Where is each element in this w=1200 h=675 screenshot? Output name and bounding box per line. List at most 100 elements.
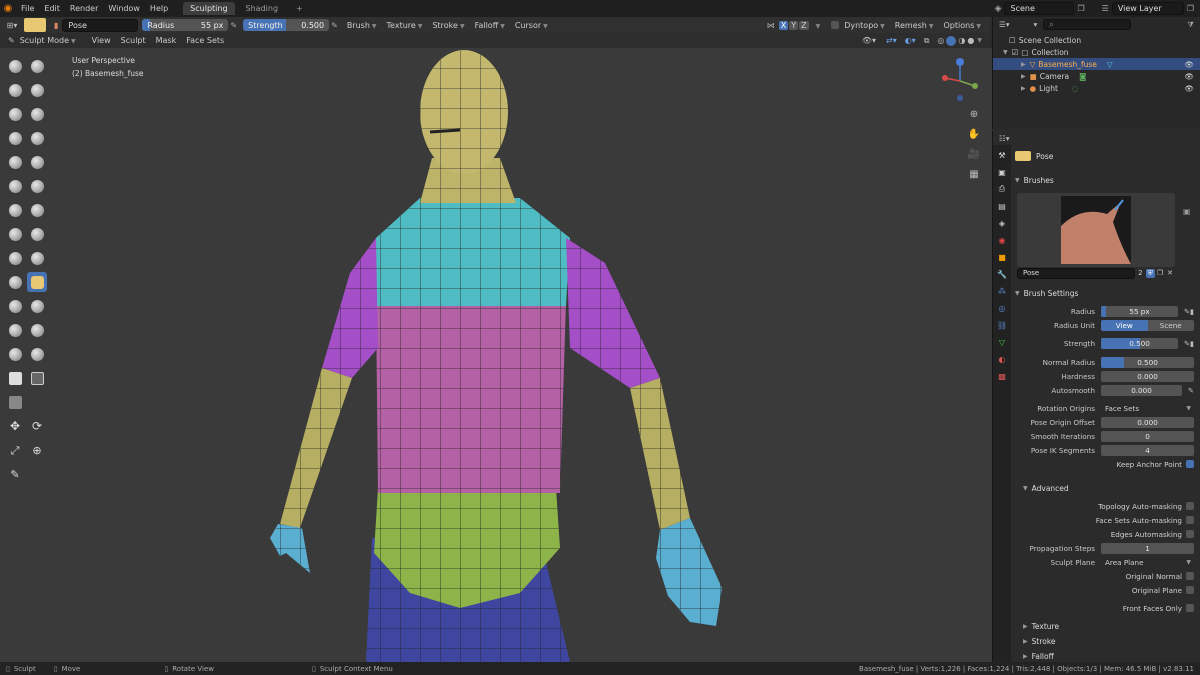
scene-field[interactable]: Scene <box>1004 2 1075 15</box>
brush-menu[interactable]: Brush ▼ <box>342 21 382 30</box>
texture-tab-icon[interactable]: ▩ <box>995 369 1009 383</box>
camera-view-icon[interactable]: 🎥 <box>966 146 982 162</box>
brush-browse-icon[interactable]: ▮ <box>54 21 58 30</box>
edges-automasking-checkbox[interactable] <box>1186 530 1194 538</box>
blender-logo-icon[interactable]: ◉ <box>0 3 16 14</box>
tool-pinch[interactable] <box>5 224 25 244</box>
tool-fill[interactable] <box>27 176 47 196</box>
radius-pressure-toggle-icon[interactable]: ✎▮ <box>1184 307 1194 316</box>
particles-tab-icon[interactable]: ⁂ <box>995 284 1009 298</box>
radius-unit-scene-button[interactable]: Scene <box>1147 319 1194 331</box>
tool-snake-hook[interactable] <box>27 248 47 268</box>
propagation-steps-field[interactable]: 1 <box>1101 542 1194 554</box>
properties-editor-icon[interactable]: ☷▾ <box>999 134 1010 143</box>
sculpt-plane-dropdown[interactable]: Area Plane ▼ <box>1101 556 1194 568</box>
topology-automasking-checkbox[interactable] <box>1186 502 1194 510</box>
strength-slider[interactable]: Strength 0.500 <box>243 19 330 31</box>
ortho-toggle-icon[interactable]: ▦ <box>966 166 982 182</box>
radius-slider[interactable]: Radius 55 px <box>142 19 229 31</box>
falloff-panel-header[interactable]: ▶ Falloff <box>1023 649 1200 663</box>
cursor-menu[interactable]: Cursor ▼ <box>510 21 553 30</box>
autosmooth-field[interactable]: 0.000 <box>1101 384 1182 396</box>
strength-pressure-icon[interactable]: ✎ <box>331 21 338 30</box>
tool-box-mask[interactable] <box>27 368 47 388</box>
front-faces-only-checkbox[interactable] <box>1186 604 1194 612</box>
axis-options-menu[interactable]: ▼ <box>809 21 826 30</box>
brushes-panel-header[interactable]: ▼ Brushes <box>1015 173 1200 187</box>
tool-draw-face-sets[interactable] <box>5 392 25 412</box>
collection-row[interactable]: ▼ ☑ ▢ Collection <box>993 46 1200 58</box>
editor-type-icon[interactable]: ⊞▾ <box>0 21 24 30</box>
3d-viewport[interactable]: ✥ ⟳ ⤢ ⊕ ✎ User Perspective (2) Basemesh_fu… <box>0 48 992 662</box>
tool-scale[interactable]: ⤢ <box>5 441 25 461</box>
falloff-menu[interactable]: Falloff ▼ <box>470 21 510 30</box>
tool-draw[interactable] <box>5 56 25 76</box>
view-layer-icon[interactable]: ☰ <box>1102 4 1109 13</box>
visibility-eye-icon[interactable]: 👁 <box>1184 60 1194 69</box>
tool-thumb[interactable] <box>5 272 25 292</box>
shading-options-icon[interactable]: ▼ <box>977 37 982 44</box>
scene-collection-row[interactable]: ☐ Scene Collection <box>993 34 1200 46</box>
tool-clay-strips[interactable] <box>27 80 47 100</box>
tool-grab[interactable] <box>27 224 47 244</box>
outliner-item-basemesh[interactable]: ▶ ▽ Basemesh_fuse ▽ 👁 <box>993 58 1200 70</box>
browse-layer-icon[interactable]: ❐ <box>1187 4 1194 13</box>
outliner-editor-icon[interactable]: ☰▾ <box>999 20 1010 29</box>
gizmo-icon[interactable]: ⇄▾ <box>886 36 897 45</box>
face-sets-menu[interactable]: Face Sets <box>181 36 229 45</box>
keep-anchor-checkbox[interactable] <box>1186 460 1194 468</box>
tool-multiplane-scrape[interactable] <box>27 200 47 220</box>
browse-scene-icon[interactable]: ❐ <box>1077 4 1084 13</box>
axis-y-button[interactable]: Y <box>789 20 799 30</box>
tool-boundary[interactable] <box>27 320 47 340</box>
strength-field[interactable]: 0.500 <box>1101 337 1179 349</box>
menu-render[interactable]: Render <box>65 4 103 13</box>
radius-unit-view-button[interactable]: View <box>1101 319 1148 331</box>
fake-user-icon[interactable]: ⛨ <box>1145 268 1155 278</box>
tool-crease[interactable] <box>5 152 25 172</box>
tool-clay[interactable] <box>5 80 25 100</box>
hardness-field[interactable]: 0.000 <box>1101 370 1194 382</box>
rotation-origins-dropdown[interactable]: Face Sets ▼ <box>1101 402 1194 414</box>
brush-datablock-field[interactable]: Pose <box>1017 267 1136 279</box>
pose-brush-icon[interactable] <box>24 18 46 32</box>
outliner-filter-icon[interactable]: ▾ <box>1034 20 1038 29</box>
tool-pose[interactable] <box>27 272 47 292</box>
scene-icon[interactable]: ◈ <box>995 4 1002 14</box>
shading-material-icon[interactable]: ◑ <box>958 36 965 45</box>
tool-draw-sharp[interactable] <box>27 56 47 76</box>
radius-pressure-icon[interactable]: ✎ <box>230 21 237 30</box>
brush-settings-header[interactable]: ▼ Brush Settings <box>1015 286 1200 300</box>
menu-window[interactable]: Window <box>103 4 145 13</box>
tool-blob[interactable] <box>27 128 47 148</box>
pan-icon[interactable]: ✋ <box>966 126 982 142</box>
texture-panel-header[interactable]: ▶ Texture <box>1023 619 1200 633</box>
collection-checkbox[interactable]: ☑ <box>1012 48 1019 57</box>
view-layer-tab-icon[interactable]: ▤ <box>995 199 1009 213</box>
visibility-eye-icon[interactable]: 👁 <box>1184 84 1194 93</box>
sculpt-menu[interactable]: Sculpt <box>116 36 151 45</box>
face-sets-automasking-checkbox[interactable] <box>1186 516 1194 524</box>
mode-selector[interactable]: Sculpt Mode ▼ <box>15 36 81 45</box>
autosmooth-pressure-icon[interactable]: ✎ <box>1188 386 1194 395</box>
outliner-item-light[interactable]: ▶ ● Light ◌ 👁 <box>993 82 1200 94</box>
outliner-item-camera[interactable]: ▶ ■ Camera ◙ 👁 <box>993 70 1200 82</box>
tab-sculpting[interactable]: Sculpting <box>183 2 235 15</box>
tool-slide-relax[interactable] <box>5 320 25 340</box>
tool-clay-thumb[interactable] <box>5 104 25 124</box>
options-menu[interactable]: Options ▼ <box>939 21 987 30</box>
tool-annotate[interactable]: ✎ <box>5 465 25 485</box>
constraints-tab-icon[interactable]: ⛓ <box>995 318 1009 332</box>
filter-funnel-icon[interactable]: ⧩ <box>1187 20 1194 30</box>
tool-simplify[interactable] <box>27 344 47 364</box>
menu-file[interactable]: File <box>16 4 39 13</box>
original-normal-checkbox[interactable] <box>1186 572 1194 580</box>
modifier-tab-icon[interactable]: 🔧 <box>995 267 1009 281</box>
mask-menu[interactable]: Mask <box>151 36 182 45</box>
visibility-eye-icon[interactable]: 👁 <box>1184 72 1194 81</box>
tool-flatten[interactable] <box>5 176 25 196</box>
menu-help[interactable]: Help <box>145 4 173 13</box>
visibility-icon[interactable]: 👁▾ <box>862 36 876 45</box>
tool-rotate[interactable] <box>27 296 47 316</box>
material-tab-icon[interactable]: ◐ <box>995 352 1009 366</box>
